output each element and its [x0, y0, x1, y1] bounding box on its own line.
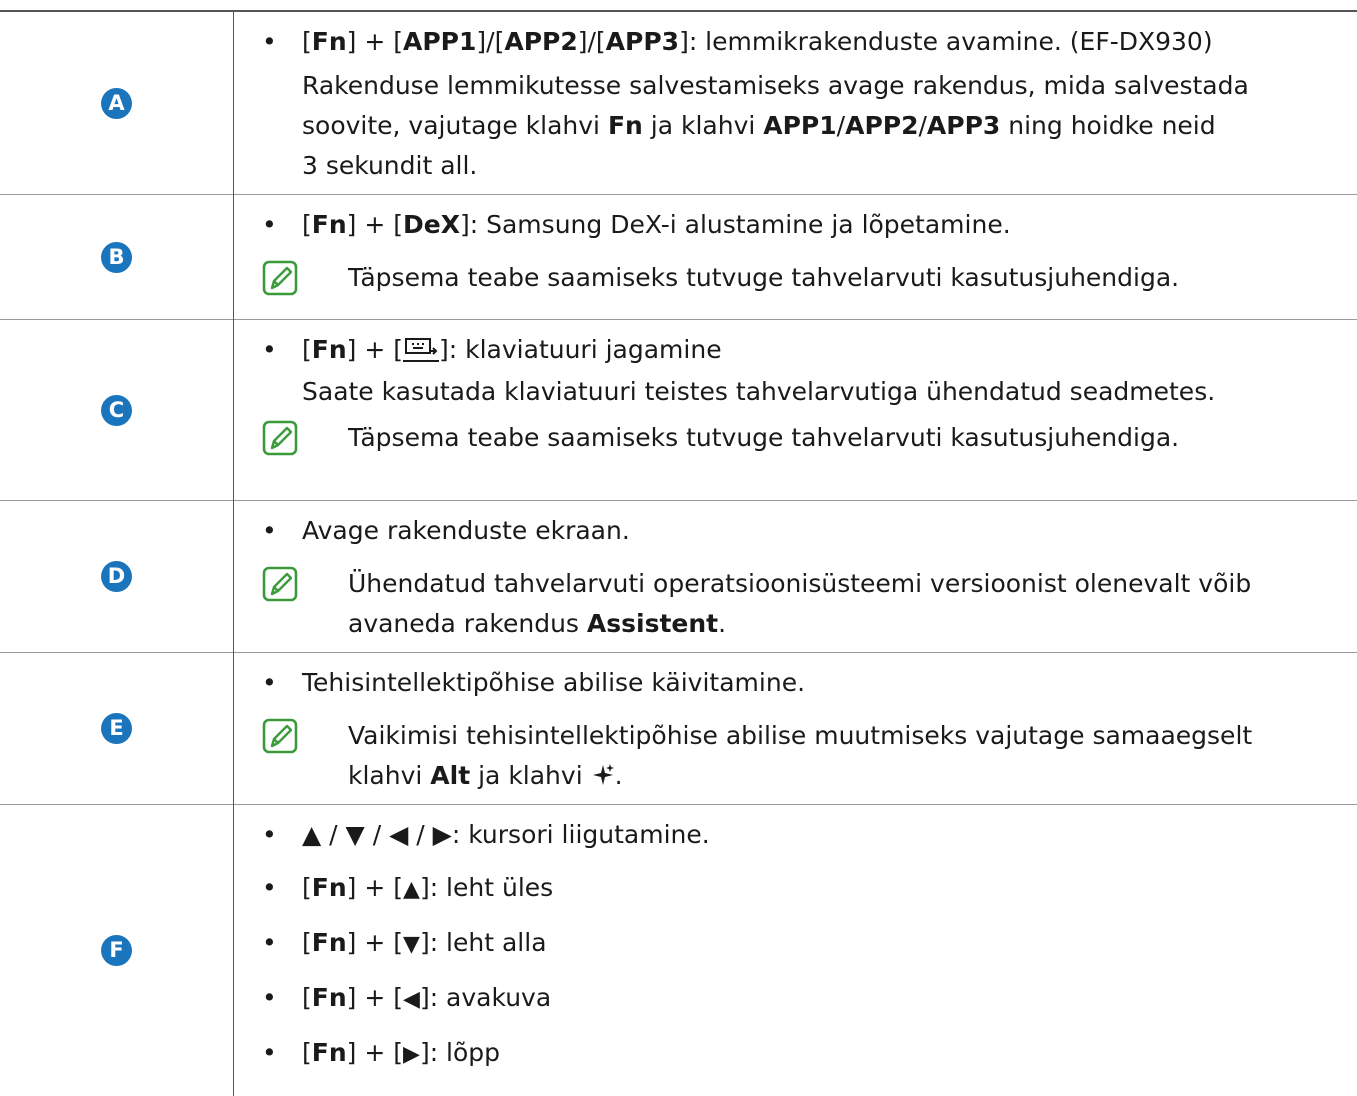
table-row: A [Fn] + [APP1]/[APP2]/[APP3]: lemmikrak… — [0, 11, 1357, 195]
content-cell: Tehisintellektipõhise abilise käivitamin… — [234, 653, 1357, 805]
bullet-item: Avage rakenduste ekraan. — [262, 511, 1343, 551]
content-cell: [Fn] + [DeX]: Samsung DeX-i alustamine j… — [234, 195, 1357, 320]
table-row: F ▲ / ▼ / ◀ / ▶: kursori liigutamine. [F… — [0, 805, 1357, 1096]
badge-d: D — [101, 561, 132, 592]
note: Ühendatud tahvelarvuti operatsioonisüste… — [262, 564, 1343, 644]
note-icon — [262, 566, 298, 602]
badge-a: A — [101, 88, 132, 119]
content-cell: [Fn] + [APP1]/[APP2]/[APP3]: lemmikraken… — [234, 11, 1357, 195]
bullet-item: [Fn] + [▶]: lõpp — [262, 1033, 1343, 1075]
key-cell: B — [0, 195, 234, 320]
note-icon — [262, 420, 298, 456]
badge-c: C — [101, 395, 132, 426]
paragraph: Saate kasutada klaviatuuri teistes tahve… — [262, 372, 1343, 412]
paragraph: Rakenduse lemmikutesse salvestamiseks av… — [262, 66, 1343, 186]
content-cell: [Fn] + []: klaviatuuri jagamine Saate ka… — [234, 320, 1357, 501]
bullet-item: [Fn] + [▼]: leht alla — [262, 923, 1343, 965]
note: Täpsema teabe saamiseks tutvuge tahvelar… — [262, 418, 1343, 458]
bullet-item: [Fn] + [APP1]/[APP2]/[APP3]: lemmikraken… — [262, 22, 1343, 62]
badge-e: E — [101, 713, 132, 744]
table-row: E Tehisintellektipõhise abilise käivitam… — [0, 653, 1357, 805]
keyboard-share-icon — [403, 336, 439, 362]
table-row: C [Fn] + []: klaviatuuri jagamine Saate … — [0, 320, 1357, 501]
key-cell: A — [0, 11, 234, 195]
bullet-item: [Fn] + [DeX]: Samsung DeX-i alustamine j… — [262, 205, 1343, 245]
bullet-item: ▲ / ▼ / ◀ / ▶: kursori liigutamine. — [262, 815, 1343, 855]
key-cell: F — [0, 805, 234, 1096]
note-icon — [262, 260, 298, 296]
content-cell: Avage rakenduste ekraan. Ühendatud tahve… — [234, 501, 1357, 653]
badge-f: F — [101, 935, 132, 966]
note-icon — [262, 718, 298, 754]
shortcut-table: A [Fn] + [APP1]/[APP2]/[APP3]: lemmikrak… — [0, 10, 1357, 1096]
bullet-item: [Fn] + []: klaviatuuri jagamine — [262, 330, 1343, 370]
bullet-item: Tehisintellektipõhise abilise käivitamin… — [262, 663, 1343, 703]
table-row: D Avage rakenduste ekraan. Ühendatud tah… — [0, 501, 1357, 653]
bullet-item: [Fn] + [◀]: avakuva — [262, 978, 1343, 1020]
note: Täpsema teabe saamiseks tutvuge tahvelar… — [262, 258, 1343, 298]
key-cell: E — [0, 653, 234, 805]
ai-sparkle-icon — [591, 763, 615, 787]
note: Vaikimisi tehisintellektipõhise abilise … — [262, 716, 1343, 796]
table-row: B [Fn] + [DeX]: Samsung DeX-i alustamine… — [0, 195, 1357, 320]
bullet-item: [Fn] + [▲]: leht üles — [262, 868, 1343, 910]
key-cell: D — [0, 501, 234, 653]
content-cell: ▲ / ▼ / ◀ / ▶: kursori liigutamine. [Fn]… — [234, 805, 1357, 1096]
badge-b: B — [101, 242, 132, 273]
key-cell: C — [0, 320, 234, 501]
